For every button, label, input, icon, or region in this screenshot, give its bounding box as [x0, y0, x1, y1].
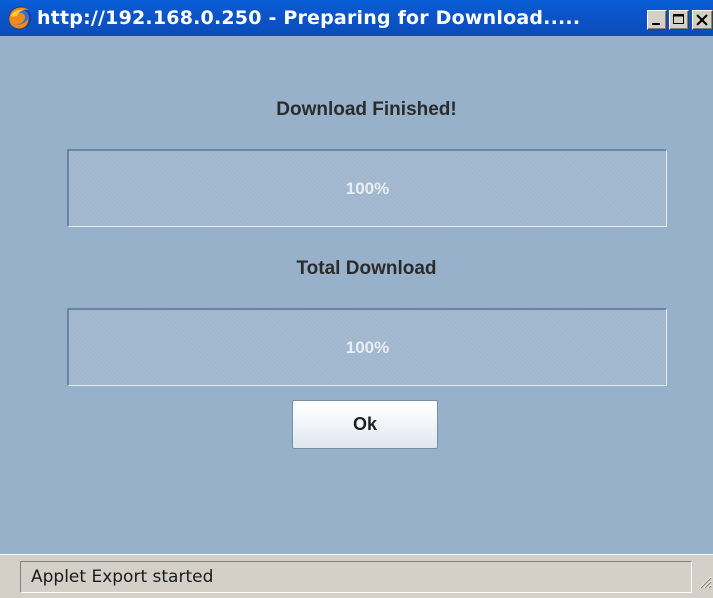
- resize-grip-icon[interactable]: [696, 573, 712, 589]
- ok-button[interactable]: Ok: [292, 400, 438, 449]
- close-icon: [696, 14, 708, 26]
- minimize-button[interactable]: [647, 10, 667, 30]
- status-text: Applet Export started: [31, 567, 214, 587]
- dialog-content: Download Finished! 100% Total Download 1…: [0, 36, 713, 554]
- minimize-icon: [652, 23, 660, 25]
- firefox-icon: [7, 5, 33, 31]
- title-bar[interactable]: http://192.168.0.250 - Preparing for Dow…: [0, 0, 713, 36]
- maximize-button[interactable]: [669, 10, 689, 30]
- browser-popup-window: http://192.168.0.250 - Preparing for Dow…: [0, 0, 713, 598]
- status-panel: Applet Export started: [20, 561, 692, 593]
- file-progress-bar: 100%: [67, 149, 667, 227]
- close-button[interactable]: [692, 10, 713, 30]
- window-title: http://192.168.0.250 - Preparing for Dow…: [37, 7, 581, 29]
- total-download-heading: Total Download: [296, 258, 437, 279]
- file-progress-label: 100%: [345, 179, 390, 198]
- status-bar: Applet Export started: [0, 554, 713, 598]
- total-progress-bar: 100%: [67, 308, 667, 386]
- total-progress-label: 100%: [345, 338, 390, 357]
- file-download-heading: Download Finished!: [276, 99, 457, 120]
- maximize-icon: [673, 14, 684, 24]
